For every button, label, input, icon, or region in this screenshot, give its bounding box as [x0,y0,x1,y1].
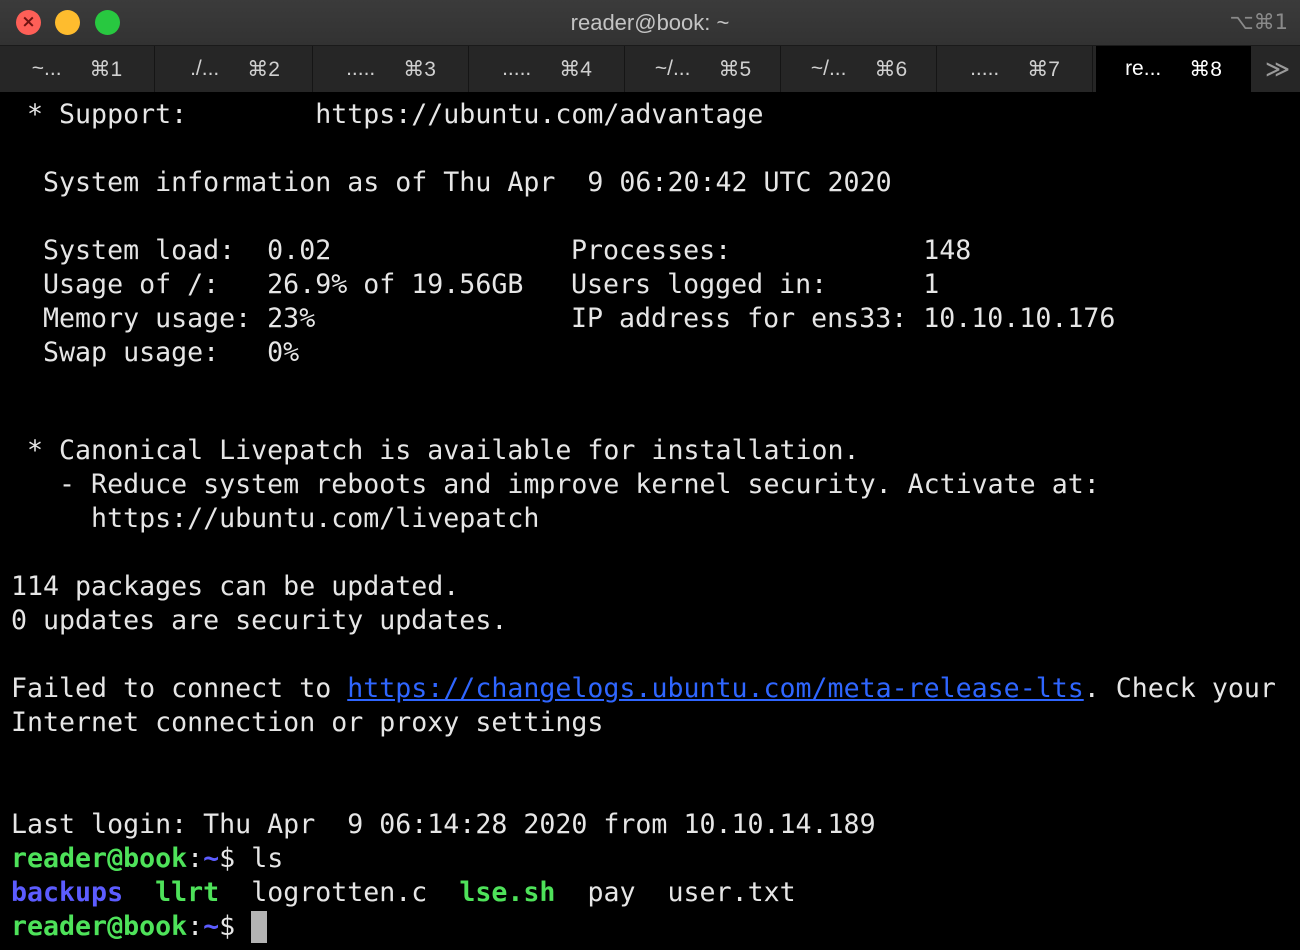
prompt-dir: ~ [203,911,220,942]
tab-shortcut: ⌘4 [559,57,592,81]
motd-security: 0 updates are security updates. [11,605,508,636]
ls-file: logrotten.c [251,877,428,908]
terminal-window: × reader@book: ~ ⌥⌘1 ~... ⌘1 ./... ⌘2 ..… [0,0,1300,950]
stat-left: Swap usage: 0% [11,337,300,368]
tab-5[interactable]: ~/... ⌘5 [626,46,781,92]
tab-shortcut: ⌘3 [403,57,436,81]
stat-left: System load: 0.02 [11,235,332,266]
motd-packages: 114 packages can be updated. [11,571,460,602]
tab-overflow-icon[interactable]: ≫ [1255,46,1300,92]
tab-label: ~/... [654,57,691,80]
tab-2[interactable]: ./... ⌘2 [158,46,313,92]
tab-1[interactable]: ~... ⌘1 [0,46,155,92]
title-bar: × reader@book: ~ ⌥⌘1 [0,0,1300,45]
tab-shortcut: ⌘1 [89,57,123,81]
window-shortcut: ⌥⌘1 [1229,10,1288,34]
tab-4[interactable]: ..... ⌘4 [470,46,625,92]
stat-right: IP address for ens33: 10.10.10.176 [571,303,1116,334]
ls-exec: llrt [155,877,220,908]
motd-support: * Support: https://ubuntu.com/advantage [11,99,764,130]
prompt-line: reader@book:~$ ls [11,842,1296,876]
tab-shortcut: ⌘5 [718,57,752,81]
tab-label: re... [1125,57,1162,80]
tab-bar: ~... ⌘1 ./... ⌘2 ..... ⌘3 ..... ⌘4 ~/...… [0,45,1300,92]
ls-file: user.txt [667,877,796,908]
command: ls [251,843,284,874]
tab-3[interactable]: ..... ⌘3 [314,46,469,92]
last-login: Last login: Thu Apr 9 06:14:28 2020 from… [11,809,876,840]
tab-7[interactable]: ..... ⌘7 [938,46,1093,92]
motd-failed: Failed to connect to https://changelogs.… [11,672,1296,706]
window-title: reader@book: ~ [570,10,730,35]
changelog-link[interactable]: https://changelogs.ubuntu.com/meta-relea… [347,673,1084,704]
tab-label: ./... [190,57,220,80]
stat-row: System load: 0.02 Processes: 148 [11,234,1296,268]
motd-sysinfo: System information as of Thu Apr 9 06:20… [11,167,892,198]
prompt-user: reader@book [11,843,188,874]
stat-row: Memory usage: 23% IP address for ens33: 1… [11,302,1296,336]
tab-shortcut: ⌘6 [874,57,908,81]
text-cursor [251,911,268,943]
motd-livepatch-detail: - Reduce system reboots and improve kern… [11,469,1100,500]
ls-file: pay [587,877,636,908]
stat-right: Users logged in: 1 [571,269,940,300]
stat-row: Swap usage: 0% [11,336,1296,370]
stat-row: Usage of /: 26.9% of 19.56GB Users logged… [11,268,1296,302]
motd-failed-line2: Internet connection or proxy settings [11,707,604,738]
prompt-sign: $ [219,911,252,942]
ls-dir: backups [11,877,124,908]
tab-6[interactable]: ~/... ⌘6 [782,46,937,92]
tab-label: ~/... [810,57,847,80]
fail-prefix: Failed to connect to [11,673,348,704]
stat-left: Memory usage: 23% [11,303,316,334]
tab-8-active[interactable]: re... ⌘8 [1096,46,1251,92]
terminal-output[interactable]: * Support: https://ubuntu.com/advantage … [11,98,1296,948]
tab-label: ..... [346,57,376,80]
prompt-sign: $ [219,843,252,874]
prompt-dir: ~ [203,843,220,874]
prompt-line-active[interactable]: reader@book:~$ [11,910,1296,944]
motd-livepatch-url: https://ubuntu.com/livepatch [11,503,540,534]
prompt-colon: : [187,843,204,874]
motd-livepatch: * Canonical Livepatch is available for i… [11,435,860,466]
tab-shortcut: ⌘8 [1189,57,1222,81]
tab-label: ..... [970,57,1000,80]
tab-shortcut: ⌘7 [1027,57,1060,81]
stat-left: Usage of /: 26.9% of 19.56GB [11,269,524,300]
ls-output: backups llrt logrotten.c lse.sh pay user… [11,876,1296,910]
ls-exec: lse.sh [459,877,556,908]
prompt-user: reader@book [11,911,188,942]
prompt-colon: : [187,911,204,942]
stat-right: Processes: 148 [571,235,972,266]
fail-suffix: . Check your [1083,673,1276,704]
tab-label: ..... [502,57,532,80]
tab-label: ~... [31,57,62,80]
tab-shortcut: ⌘2 [247,57,280,81]
